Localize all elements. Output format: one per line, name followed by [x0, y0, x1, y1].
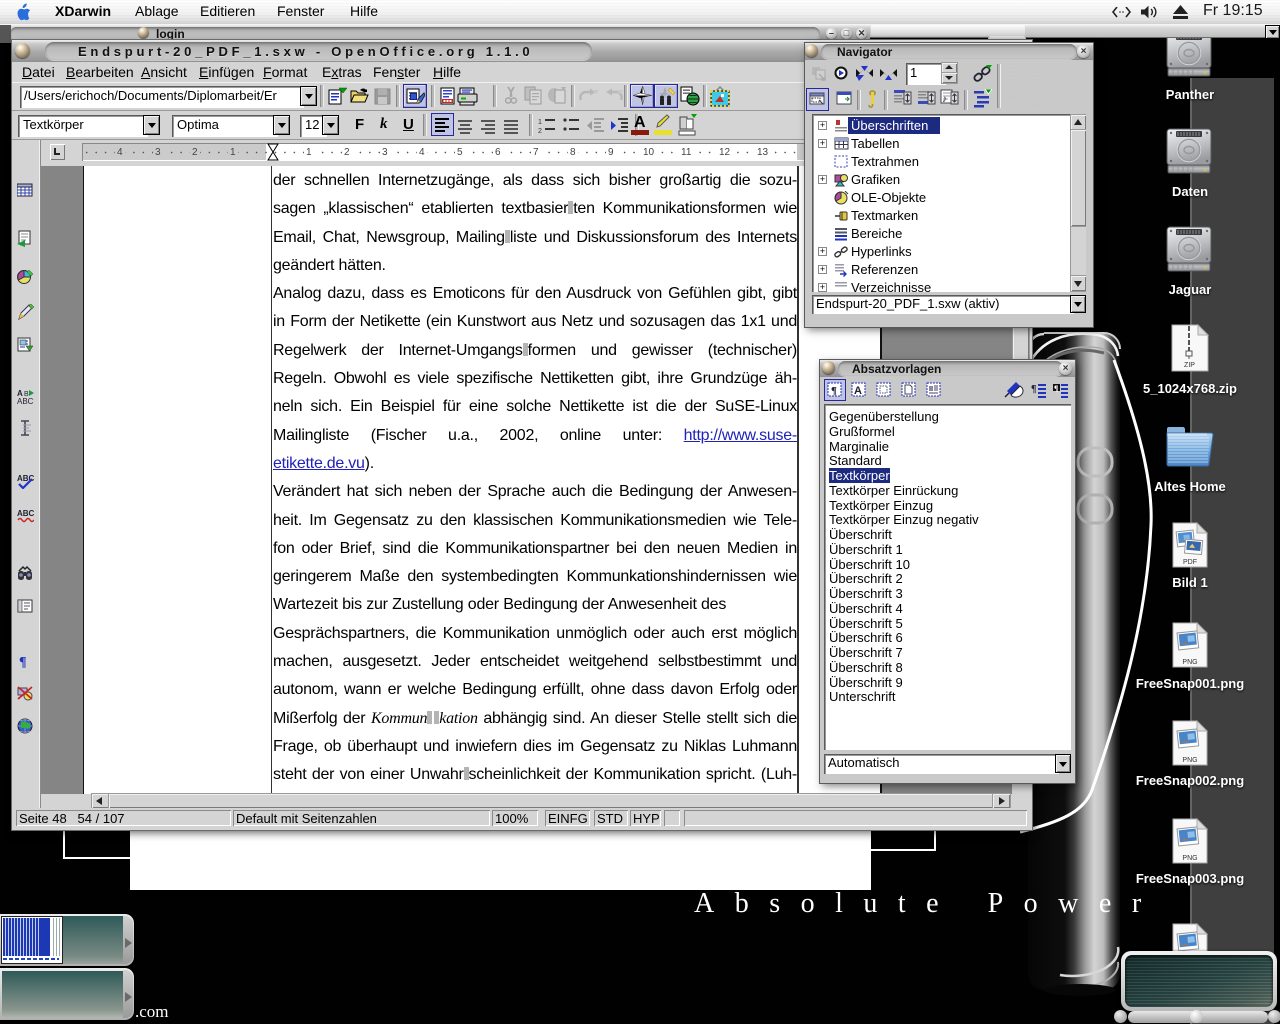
- svg-text:ABC: ABC: [17, 397, 34, 405]
- svg-text:♪: ♪: [942, 94, 947, 105]
- svg-text:¶: ¶: [831, 385, 837, 397]
- svg-text:ABC: ABC: [17, 509, 34, 518]
- svg-text:¶: ¶: [1054, 384, 1058, 393]
- svg-text:A: A: [854, 385, 862, 397]
- svg-text:¶: ¶: [1031, 384, 1036, 395]
- svg-text:PNG: PNG: [1182, 659, 1197, 666]
- svg-text:¶: ¶: [19, 655, 27, 670]
- svg-text:2: 2: [538, 128, 542, 134]
- svg-text:1: 1: [538, 119, 542, 126]
- svg-text:ZIP: ZIP: [1184, 362, 1195, 369]
- svg-text:PDF: PDF: [1183, 559, 1197, 566]
